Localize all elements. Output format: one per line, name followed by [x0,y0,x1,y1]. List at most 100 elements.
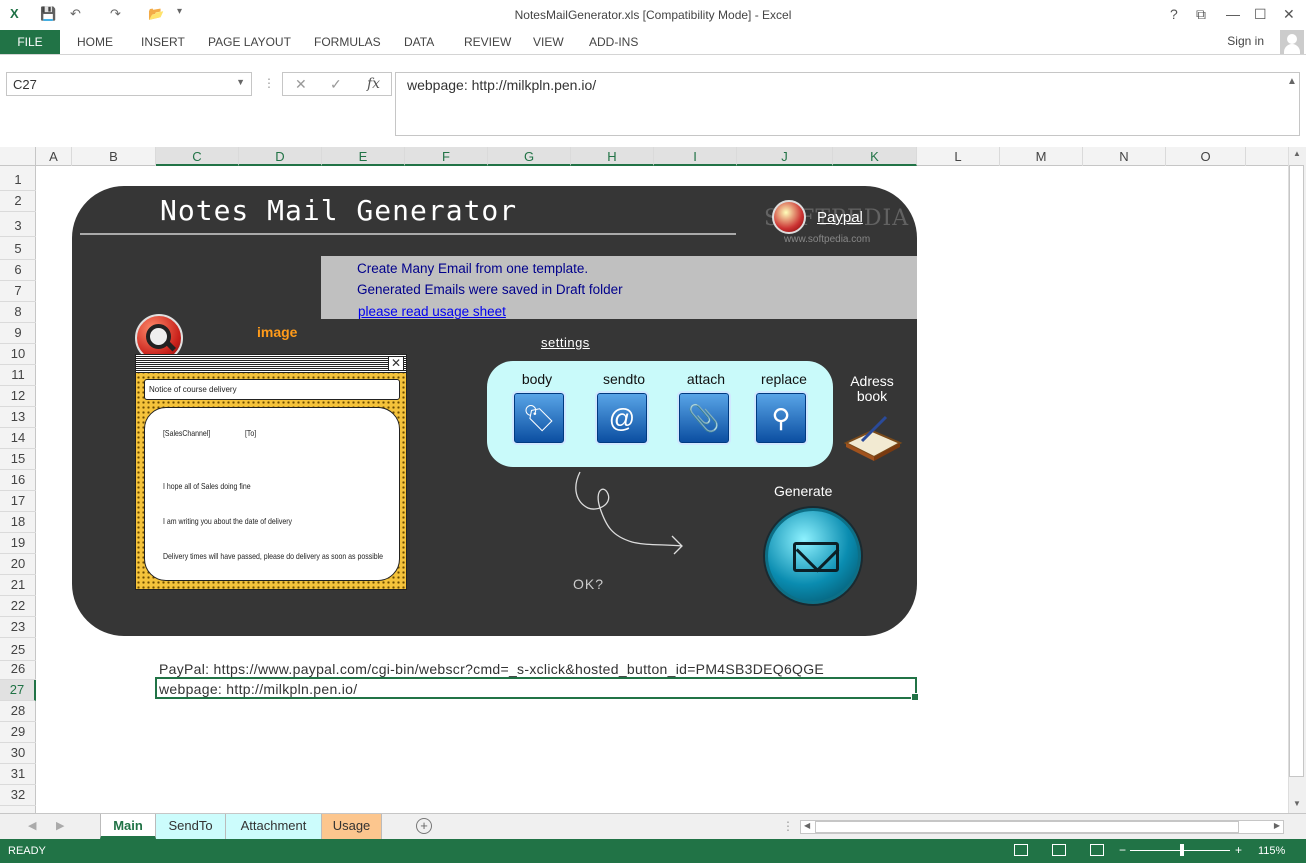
row-header[interactable]: 14 [0,428,36,449]
row-header[interactable]: 29 [0,722,36,743]
column-header[interactable]: C [156,147,239,166]
address-book-icon[interactable] [842,411,904,463]
column-header[interactable]: E [322,147,405,166]
add-sheet-button[interactable]: + [416,818,432,834]
column-header[interactable]: L [917,147,1000,166]
usage-sheet-link[interactable]: please read usage sheet [358,304,506,319]
close-button[interactable]: ✕ [1283,6,1295,23]
column-header[interactable]: B [72,147,156,166]
scroll-right-icon[interactable]: ▶ [1274,821,1280,830]
paypal-cart-icon[interactable] [772,200,806,234]
row-header[interactable]: 12 [0,386,36,407]
maximize-button[interactable]: ☐ [1254,6,1267,23]
row-header[interactable]: 13 [0,407,36,428]
column-header[interactable]: D [239,147,322,166]
tab-insert[interactable]: INSERT [141,30,185,54]
more-options-icon[interactable]: ⋮ [263,76,275,90]
formula-input[interactable]: webpage: http://milkpln.pen.io/ [395,72,1300,136]
vertical-scroll-thumb[interactable] [1289,165,1304,777]
row-header[interactable]: 5 [0,239,36,260]
row-header[interactable]: 31 [0,764,36,785]
row-header[interactable]: 23 [0,617,36,638]
column-header[interactable]: O [1166,147,1246,166]
column-header[interactable]: F [405,147,488,166]
column-header[interactable]: G [488,147,571,166]
paypal-link[interactable]: Paypal [817,209,863,226]
scroll-left-icon[interactable]: ◀ [804,821,810,830]
row-header[interactable]: 16 [0,470,36,491]
row-header[interactable]: 22 [0,596,36,617]
column-header[interactable]: J [737,147,833,166]
scroll-down-icon[interactable]: ▼ [1293,799,1301,808]
body-button[interactable]: 🏷 [512,391,566,445]
zoom-level[interactable]: 115% [1258,845,1285,857]
tab-splitter-icon[interactable]: ⋮ [782,819,794,833]
row-header[interactable]: 10 [0,344,36,365]
enter-icon[interactable]: ✓ [330,76,342,93]
tab-view[interactable]: VIEW [533,30,564,54]
tab-data[interactable]: DATA [404,30,434,54]
row-header[interactable]: 6 [0,260,36,281]
help-button[interactable]: ? [1170,6,1178,22]
file-tab[interactable]: FILE [0,30,60,54]
row-header[interactable]: 28 [0,701,36,722]
row-header[interactable]: 26 [0,659,36,680]
formula-expand-icon[interactable]: ▲ [1287,76,1297,87]
generate-button[interactable] [765,508,861,604]
row-header[interactable]: 25 [0,640,36,661]
column-header[interactable]: A [36,147,72,166]
row-header[interactable]: 17 [0,491,36,512]
zoom-out-button[interactable]: − [1119,843,1126,857]
row-header[interactable]: 11 [0,365,36,386]
column-header[interactable]: I [654,147,737,166]
row-header[interactable]: 1 [0,170,36,191]
column-header[interactable]: H [571,147,654,166]
row-header[interactable]: 30 [0,743,36,764]
row-header[interactable]: 9 [0,323,36,344]
row-header[interactable]: 32 [0,785,36,806]
sheet-tab-attachment[interactable]: Attachment [226,814,322,839]
row-header[interactable]: 8 [0,302,36,323]
row-header[interactable]: 19 [0,533,36,554]
tab-home[interactable]: HOME [77,30,113,54]
sheet-tab-sendto[interactable]: SendTo [156,814,226,839]
next-sheet-icon[interactable]: ▶ [56,819,64,832]
row-header[interactable]: 15 [0,449,36,470]
page-break-view-icon[interactable] [1090,844,1104,856]
sheet-tab-usage[interactable]: Usage [322,814,382,839]
row-header[interactable]: 2 [0,191,36,212]
row-header[interactable]: 18 [0,512,36,533]
row-header[interactable]: 7 [0,281,36,302]
prev-sheet-icon[interactable]: ◀ [28,819,36,832]
webpage-cell[interactable]: webpage: http://milkpln.pen.io/ [159,681,357,697]
scroll-up-icon[interactable]: ▲ [1293,149,1301,158]
replace-button[interactable]: ⚲ [754,391,808,445]
insert-function-icon[interactable]: fx [367,76,380,92]
tab-page-layout[interactable]: PAGE LAYOUT [208,30,291,54]
ribbon-display-button[interactable]: ⧉ [1196,6,1206,23]
column-header[interactable]: M [1000,147,1083,166]
sendto-button[interactable]: @ [595,391,649,445]
select-all-corner[interactable] [0,147,36,166]
row-header[interactable]: 27 [0,680,36,701]
tab-formulas[interactable]: FORMULAS [314,30,381,54]
paypal-cell[interactable]: PayPal: https://www.paypal.com/cgi-bin/w… [159,661,824,677]
zoom-slider-thumb[interactable] [1180,844,1184,856]
column-header[interactable]: N [1083,147,1166,166]
sheet-tab-main[interactable]: Main [100,814,156,839]
sign-in-link[interactable]: Sign in [1227,34,1264,48]
zoom-in-button[interactable]: + [1235,843,1242,857]
minimize-button[interactable]: — [1226,6,1240,22]
row-header[interactable]: 3 [0,216,36,237]
column-header[interactable]: K [833,147,917,166]
chevron-down-icon[interactable]: ▼ [236,77,245,87]
mail-template-preview[interactable]: ✕ Notice of course delivery [SalesChanne… [135,354,407,590]
avatar[interactable] [1280,30,1304,54]
horizontal-scrollbar[interactable]: ◀ ▶ [800,820,1284,834]
row-header[interactable]: 21 [0,575,36,596]
page-layout-view-icon[interactable] [1052,844,1066,856]
tab-review[interactable]: REVIEW [464,30,511,54]
name-box[interactable]: C27 ▼ [6,72,252,96]
row-header[interactable]: 20 [0,554,36,575]
horizontal-scroll-thumb[interactable] [815,821,1239,833]
